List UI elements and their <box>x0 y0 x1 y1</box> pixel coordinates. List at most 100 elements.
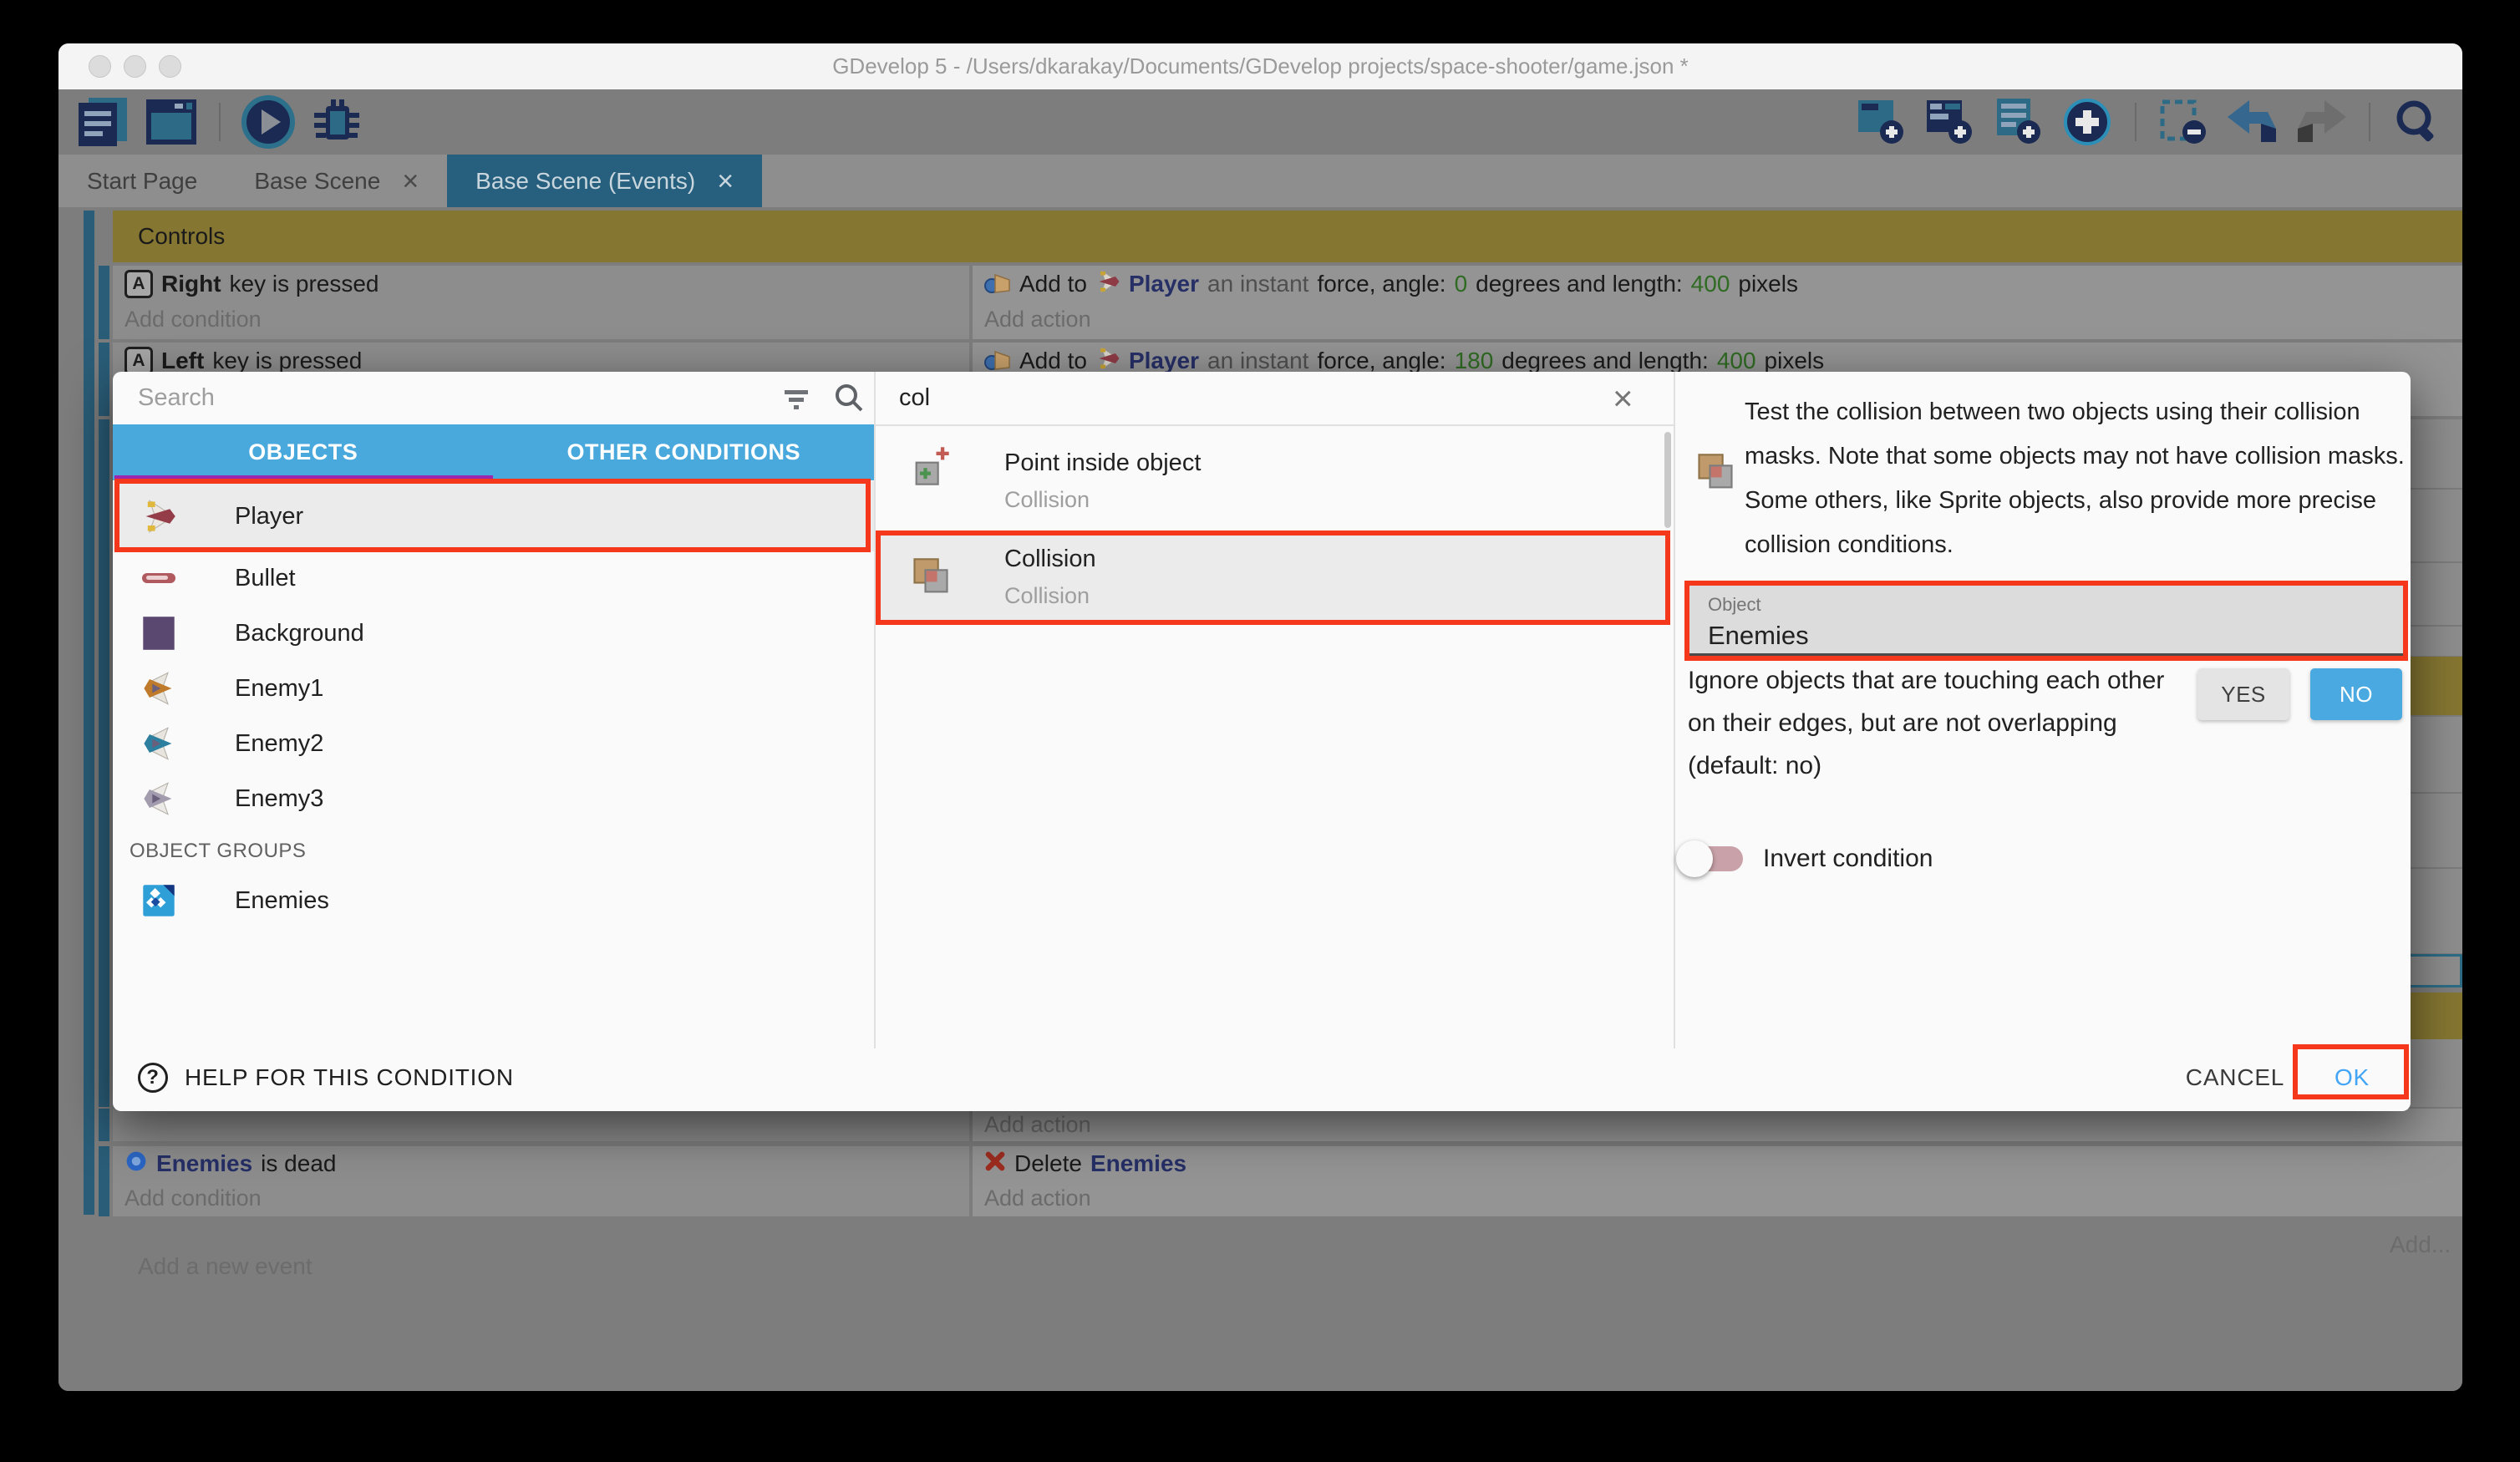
toolbar-separator <box>219 103 221 141</box>
condition-text: key is pressed <box>212 348 362 374</box>
event-actions-cell[interactable]: Delete Enemies Add action <box>973 1146 2462 1216</box>
close-tab-icon[interactable]: × <box>402 167 419 195</box>
search-divider <box>874 424 1674 426</box>
debug-icon[interactable] <box>309 94 364 150</box>
action-text: an instant <box>1207 271 1308 297</box>
event-actions-cell[interactable]: Add to Player an instant force, angle: 0… <box>973 266 2462 339</box>
add-subevent-icon[interactable] <box>1923 94 1978 150</box>
condition-object-name: Enemies <box>156 1150 252 1177</box>
enemy2-ship-icon <box>140 725 178 762</box>
event-conditions-cell[interactable] <box>113 1109 969 1141</box>
action-text: an instant <box>1207 348 1308 374</box>
group-condition-icon <box>124 1150 148 1179</box>
toolbar-right-group <box>1854 94 2446 150</box>
action-object-name: Player <box>1129 348 1199 374</box>
window-title: GDevelop 5 - /Users/dkarakay/Documents/G… <box>832 53 1689 79</box>
add-more-link[interactable]: Add... <box>2390 1231 2451 1258</box>
event-handle-bar <box>99 266 109 339</box>
search-icon[interactable] <box>833 382 865 418</box>
tab-other-conditions[interactable]: OTHER CONDITIONS <box>494 424 875 480</box>
object-list-item-background[interactable]: Background <box>113 607 874 660</box>
event-actions-cell[interactable]: Add action <box>973 1109 2462 1141</box>
redo-icon[interactable] <box>2294 94 2349 150</box>
result-point-inside-object[interactable]: Point inside object Collision <box>874 434 1665 530</box>
group-list-item-enemies[interactable]: Enemies <box>113 874 874 927</box>
result-collision[interactable]: Collision Collision <box>877 534 1667 623</box>
action-text: Delete <box>1014 1150 1082 1177</box>
action-text: degrees and length: <box>1501 348 1709 374</box>
cancel-button[interactable]: CANCEL <box>2185 1057 2285 1099</box>
point-inside-object-icon <box>909 444 953 492</box>
group-label: Controls <box>138 223 225 250</box>
active-tab-underline <box>114 475 493 480</box>
clear-search-icon[interactable]: × <box>1613 378 1633 419</box>
background-icon <box>140 615 178 652</box>
action-text: force, angle: <box>1317 348 1445 374</box>
search-icon[interactable] <box>2390 94 2446 150</box>
object-list-item-player[interactable]: Player <box>113 481 874 551</box>
help-button[interactable]: ? HELP FOR THIS CONDITION <box>138 1057 514 1099</box>
ok-button[interactable]: OK <box>2302 1057 2402 1099</box>
action-object-name: Enemies <box>1090 1150 1186 1177</box>
yes-button[interactable]: YES <box>2197 668 2289 720</box>
object-field[interactable]: Object Enemies <box>1689 586 2403 656</box>
filter-icon[interactable] <box>781 383 811 418</box>
tab-start-page[interactable]: Start Page <box>58 155 226 207</box>
play-icon[interactable] <box>241 94 296 150</box>
add-condition-link[interactable]: Add condition <box>113 302 969 336</box>
tab-base-scene[interactable]: Base Scene × <box>226 155 447 207</box>
action-param-angle: 180 <box>1455 348 1494 374</box>
object-list-item-enemy1[interactable]: Enemy1 <box>113 662 874 715</box>
toolbar-left-group <box>75 94 364 150</box>
condition-description: Test the collision between two objects u… <box>1745 390 2409 567</box>
add-action-link[interactable]: Add action <box>973 1181 2462 1215</box>
object-field-label: Object <box>1689 586 2403 616</box>
collision-icon <box>1694 451 1737 499</box>
scrollbar-thumb[interactable] <box>1664 432 1671 528</box>
tab-objects[interactable]: OBJECTS <box>113 424 494 480</box>
tab-label: Base Scene (Events) <box>475 168 695 195</box>
toggle-knob[interactable] <box>1676 840 1713 877</box>
object-group-icon <box>140 882 178 919</box>
add-event-icon[interactable] <box>1854 94 1909 150</box>
no-button[interactable]: NO <box>2310 668 2402 720</box>
result-title: Point inside object <box>1004 449 1201 477</box>
enemy1-ship-icon <box>140 670 178 707</box>
event-group-header[interactable]: Controls <box>113 211 2462 262</box>
zoom-window-button[interactable] <box>159 55 181 78</box>
dialog-tabbar: OBJECTS OTHER CONDITIONS <box>113 424 874 480</box>
add-action-link[interactable]: Add action <box>973 1109 2462 1141</box>
add-new-event-link[interactable]: Add a new event <box>138 1253 312 1280</box>
undo-icon[interactable] <box>2225 94 2280 150</box>
event-handle-bar <box>99 419 109 1107</box>
minimize-window-button[interactable] <box>124 55 146 78</box>
close-tab-icon[interactable]: × <box>717 167 734 195</box>
object-field-value: Enemies <box>1689 616 2403 651</box>
action-text: force, angle: <box>1317 271 1445 297</box>
tab-label: Base Scene <box>254 168 380 195</box>
add-new-icon[interactable] <box>2060 94 2115 150</box>
event-conditions-cell[interactable]: Enemies is dead Add condition <box>113 1146 969 1216</box>
action-param-length: 400 <box>1691 271 1730 297</box>
event-handle-bar <box>99 343 109 416</box>
scene-editor-icon[interactable] <box>144 94 199 150</box>
object-list-item-enemy3[interactable]: Enemy3 <box>113 772 874 825</box>
add-condition-link[interactable]: Add condition <box>113 1181 969 1215</box>
object-list-item-bullet[interactable]: Bullet <box>113 551 874 605</box>
object-name: Player <box>235 503 303 530</box>
object-list-item-enemy2[interactable]: Enemy2 <box>113 717 874 770</box>
condition-search-input[interactable] <box>899 372 1551 424</box>
add-action-link[interactable]: Add action <box>973 302 2462 336</box>
event-conditions-cell[interactable]: A Right key is pressed Add condition <box>113 266 969 339</box>
action-text: Add to <box>1019 348 1087 374</box>
close-window-button[interactable] <box>89 55 111 78</box>
add-comment-icon[interactable] <box>1991 94 2046 150</box>
action-text: Add to <box>1019 271 1087 297</box>
tab-base-scene-events[interactable]: Base Scene (Events) × <box>447 155 762 207</box>
key-name: Left <box>161 348 204 374</box>
event-indent-bar <box>84 211 94 1215</box>
object-name: Enemy1 <box>235 675 323 703</box>
project-manager-icon[interactable] <box>75 94 130 150</box>
delete-event-icon[interactable] <box>2157 94 2212 150</box>
object-search-input[interactable] <box>138 372 756 424</box>
